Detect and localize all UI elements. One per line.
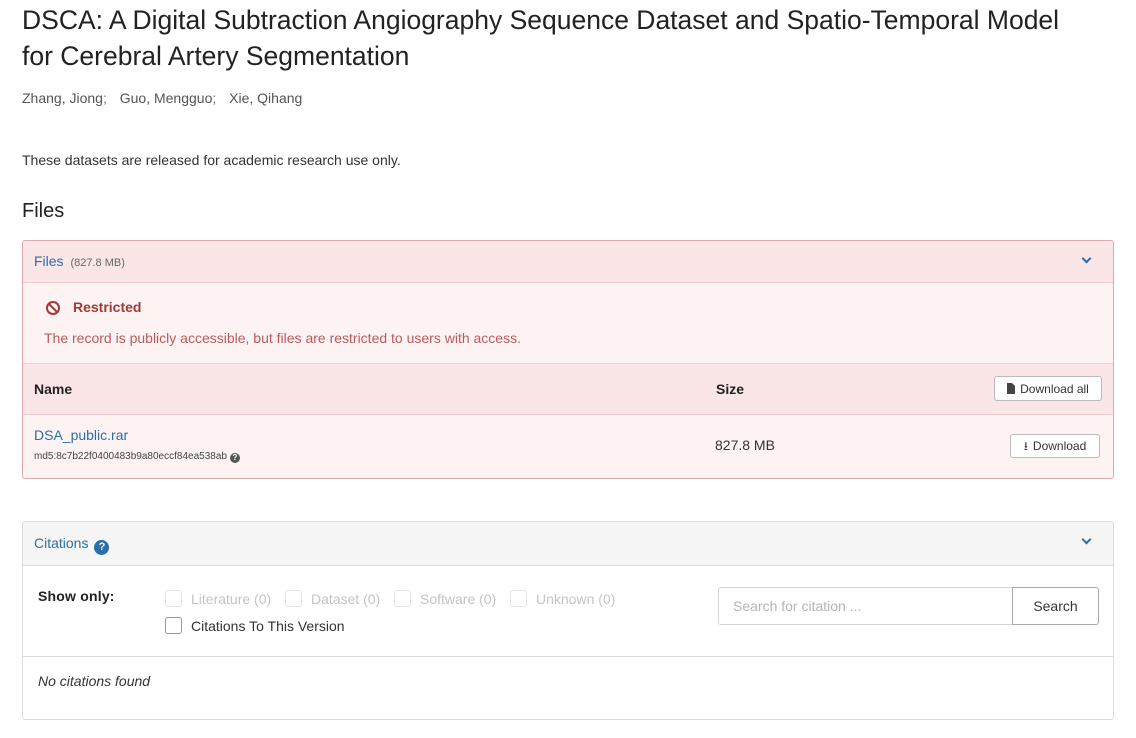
citations-label: Citations bbox=[34, 535, 89, 551]
download-label: Download bbox=[1032, 439, 1087, 453]
file-size: 827.8 MB bbox=[715, 437, 775, 453]
filter-dataset: Dataset (0) bbox=[285, 590, 380, 607]
checkbox bbox=[510, 590, 527, 607]
filter-label: Citations To This Version bbox=[191, 617, 345, 634]
author-link[interactable]: Zhang, Jiong bbox=[22, 90, 103, 106]
files-panel-label: Files bbox=[34, 253, 64, 269]
author-separator: ; bbox=[102, 90, 107, 106]
files-panel-title[interactable]: Files (827.8 MB) bbox=[34, 253, 125, 269]
download-all-label: Download all bbox=[1020, 381, 1089, 396]
files-panel: Files (827.8 MB) Restricted The record i… bbox=[22, 240, 1114, 479]
restricted-title: Restricted bbox=[73, 299, 142, 315]
files-panel-header[interactable]: Files (827.8 MB) bbox=[23, 241, 1113, 283]
download-all-button[interactable]: Download all bbox=[994, 376, 1102, 401]
ban-icon bbox=[46, 301, 60, 315]
file-checksum: md5:8c7b22f0400483b9a80eccf84ea538ab? bbox=[34, 451, 240, 463]
files-table-header: Name Size Download all bbox=[23, 363, 1113, 415]
filter-literature: Literature (0) bbox=[165, 590, 271, 607]
column-header-size: Size bbox=[716, 381, 745, 397]
filter-label: Literature (0) bbox=[191, 590, 272, 607]
filter-label: Unknown (0) bbox=[536, 590, 616, 607]
files-section-heading: Files bbox=[22, 200, 65, 222]
show-only-label: Show only: bbox=[38, 588, 115, 604]
citation-search-input[interactable] bbox=[718, 587, 1013, 625]
record-notes: These datasets are released for academic… bbox=[22, 152, 401, 168]
question-circle-icon[interactable]: ? bbox=[229, 452, 240, 463]
citations-results: No citations found bbox=[23, 656, 1113, 719]
record-title: DSCA: A Digital Subtraction Angiography … bbox=[22, 5, 1060, 71]
question-circle-icon[interactable]: ? bbox=[94, 539, 110, 555]
author-list: Zhang, Jiong; Guo, Mengguo; Xie, Qihang bbox=[22, 90, 302, 106]
filter-label: Software (0) bbox=[420, 590, 497, 607]
file-md5: md5:8c7b22f0400483b9a80eccf84ea538ab bbox=[34, 451, 227, 462]
restricted-notice: Restricted The record is publicly access… bbox=[23, 283, 1113, 363]
checkbox[interactable] bbox=[165, 617, 182, 634]
citation-filters: Show only: Literature (0) Dataset (0) So… bbox=[23, 566, 1113, 656]
filter-unknown: Unknown (0) bbox=[510, 590, 615, 607]
author-separator: ; bbox=[212, 90, 217, 106]
column-header-name: Name bbox=[34, 381, 73, 397]
restricted-message: The record is publicly accessible, but f… bbox=[44, 330, 521, 346]
chevron-down-icon[interactable] bbox=[1081, 253, 1092, 264]
checkbox bbox=[285, 590, 302, 607]
file-archive-icon bbox=[1007, 383, 1016, 394]
filter-this-version[interactable]: Citations To This Version bbox=[165, 617, 345, 634]
citation-search-button[interactable]: Search bbox=[1012, 587, 1099, 625]
author-link[interactable]: Xie, Qihang bbox=[229, 90, 302, 106]
filter-software: Software (0) bbox=[394, 590, 496, 607]
no-citations-message: No citations found bbox=[38, 673, 151, 689]
author-link[interactable]: Guo, Mengguo bbox=[120, 90, 213, 106]
citations-panel-header[interactable]: Citations? bbox=[23, 522, 1113, 566]
table-row: DSA_public.rar md5:8c7b22f0400483b9a80ec… bbox=[23, 415, 1113, 478]
file-name-link[interactable]: DSA_public.rar bbox=[34, 427, 128, 443]
checkbox bbox=[394, 590, 411, 607]
download-icon: ⭳ bbox=[1023, 439, 1028, 453]
citations-panel: Citations? Show only: Literature (0) Dat… bbox=[22, 521, 1114, 720]
download-button[interactable]: ⭳ Download bbox=[1010, 434, 1100, 458]
chevron-down-icon[interactable] bbox=[1081, 534, 1092, 545]
citations-panel-title[interactable]: Citations? bbox=[34, 535, 110, 555]
filter-label: Dataset (0) bbox=[311, 590, 381, 607]
files-total-size: (827.8 MB) bbox=[70, 257, 125, 269]
checkbox bbox=[165, 590, 182, 607]
